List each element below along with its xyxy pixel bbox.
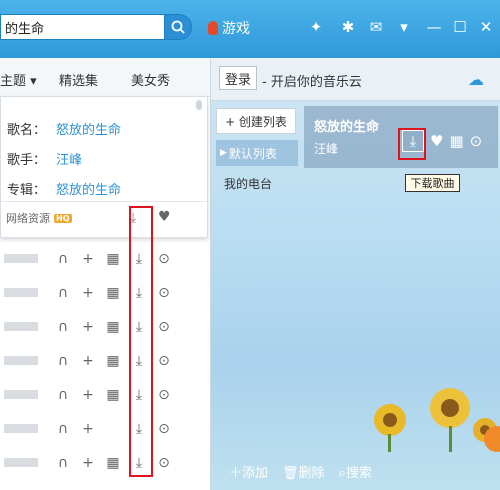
mv-icon[interactable]: ▦ <box>104 386 122 404</box>
add-button[interactable]: ＋添加 <box>229 462 268 481</box>
more-icon[interactable]: ⊙ <box>155 454 173 472</box>
heart-icon[interactable]: ♥ <box>158 209 171 225</box>
more-icon[interactable]: ⊙ <box>155 318 173 336</box>
headphone-icon[interactable]: ∩ <box>54 420 72 438</box>
mv-icon[interactable]: ▦ <box>104 250 122 268</box>
close-icon[interactable]: ✕ <box>476 17 496 37</box>
headphone-icon[interactable]: ∩ <box>54 386 72 404</box>
hq-badge: HQ <box>54 213 72 223</box>
add-icon[interactable]: + <box>79 250 97 268</box>
tab-bar: 主题 ▾ 精选集 美女秀 <box>0 58 210 97</box>
album-label: 专辑： <box>7 183 47 198</box>
mv-icon[interactable]: ▦ <box>104 318 122 336</box>
add-icon[interactable]: + <box>79 386 97 404</box>
message-icon[interactable]: ✉ <box>366 17 386 37</box>
login-button[interactable]: 登录 <box>219 66 257 90</box>
create-list-button[interactable]: + 创建列表 <box>216 108 296 134</box>
search-list-button[interactable]: ⌕搜索 <box>339 462 372 481</box>
heart-icon[interactable]: ♥ <box>430 132 443 150</box>
tools-icon[interactable]: ✱ <box>338 17 358 37</box>
list-item[interactable]: ∩ + ▦ ⤓ ⊙ <box>0 344 210 378</box>
search-icon <box>171 20 185 34</box>
list-item[interactable]: ∩ + ▦ ⤓ ⊙ <box>0 242 210 276</box>
search-input[interactable]: 的生命 <box>0 14 164 40</box>
game-label: 游戏 <box>222 21 250 37</box>
add-icon[interactable]: + <box>79 352 97 370</box>
artist-link[interactable]: 汪峰 <box>56 153 82 168</box>
mv-icon[interactable]: ▦ <box>104 454 122 472</box>
list-item[interactable]: ∩ + ▦ ⤓ ⊙ <box>0 378 210 412</box>
headphone-icon[interactable]: ∩ <box>54 250 72 268</box>
sidebar-item-default-list[interactable]: ▶ 默认列表 <box>216 140 298 166</box>
list-item[interactable]: ∩ + ⤓ ⊙ <box>0 412 210 446</box>
add-icon[interactable]: + <box>79 454 97 472</box>
song-name-link[interactable]: 怒放的生命 <box>56 123 121 138</box>
default-list-label: 默认列表 <box>228 146 277 161</box>
more-icon[interactable]: ⊙ <box>155 386 173 404</box>
download-column-highlight <box>129 206 153 477</box>
add-icon[interactable]: + <box>79 420 97 438</box>
more-icon[interactable]: ⊙ <box>155 420 173 438</box>
download-tooltip: 下载歌曲 <box>405 174 460 192</box>
list-item[interactable]: ∩ + ▦ ⤓ ⊙ <box>0 310 210 344</box>
cloud-icon[interactable]: ☁ <box>468 70 484 89</box>
headphone-icon[interactable]: ∩ <box>54 318 72 336</box>
mv-icon[interactable]: ▦ <box>449 132 463 150</box>
tab-theme[interactable]: 主题 ▾ <box>0 70 37 89</box>
headphone-icon[interactable]: ∩ <box>54 454 72 472</box>
game-link[interactable]: 游戏 <box>208 18 250 38</box>
sunflower-background <box>374 388 497 452</box>
artist-label: 歌手： <box>7 153 47 168</box>
delete-button[interactable]: 🗑删除 <box>282 462 325 481</box>
slogan-text: - 开启你的音乐云 <box>262 75 362 90</box>
mv-icon[interactable]: ▦ <box>104 352 122 370</box>
sidebar-item-my-radio[interactable]: 我的电台 <box>224 175 272 192</box>
popup-divider <box>1 201 207 202</box>
mv-icon[interactable]: ▦ <box>104 284 122 302</box>
now-playing-artist: 汪峰 <box>314 142 339 156</box>
search-button[interactable] <box>164 14 192 40</box>
net-resource-label: 网络资源 <box>6 212 50 225</box>
download-button-highlight <box>398 128 426 160</box>
headphone-icon[interactable]: ∩ <box>54 352 72 370</box>
list-item[interactable]: ∩ + ▦ ⤓ ⊙ <box>0 446 210 480</box>
game-icon <box>208 21 218 35</box>
menu-icon[interactable]: ▾ <box>394 17 414 37</box>
add-icon[interactable]: + <box>79 318 97 336</box>
headphone-icon[interactable]: ∩ <box>54 284 72 302</box>
bottom-toolbar: ＋添加 🗑删除 ⌕搜索 <box>211 452 500 490</box>
more-icon[interactable]: ⊙ <box>155 284 173 302</box>
maximize-icon[interactable]: ☐ <box>450 17 470 37</box>
net-resource: 网络资源 HQ <box>6 210 72 226</box>
more-icon[interactable]: ⊙ <box>155 250 173 268</box>
play-marker-icon: ▶ <box>220 148 227 158</box>
tab-beauty[interactable]: 美女秀 <box>131 70 170 89</box>
add-icon[interactable]: + <box>79 284 97 302</box>
minimize-icon[interactable]: — <box>424 17 444 37</box>
list-item[interactable]: ∩ + ▦ ⤓ ⊙ <box>0 276 210 310</box>
album-link[interactable]: 怒放的生命 <box>56 183 121 198</box>
more-icon[interactable]: ⊙ <box>155 352 173 370</box>
skin-icon[interactable]: ✦ <box>306 17 326 37</box>
album-row: 专辑： 怒放的生命 <box>7 179 121 198</box>
scrollbar[interactable] <box>196 100 202 110</box>
song-name-row: 歌名： 怒放的生命 <box>7 119 121 138</box>
more-icon[interactable]: ⊙ <box>470 132 483 150</box>
now-playing-title: 怒放的生命 <box>314 120 380 135</box>
artist-row: 歌手： 汪峰 <box>7 149 82 168</box>
song-name-label: 歌名： <box>7 123 47 138</box>
tab-selected[interactable]: 精选集 <box>59 70 98 89</box>
